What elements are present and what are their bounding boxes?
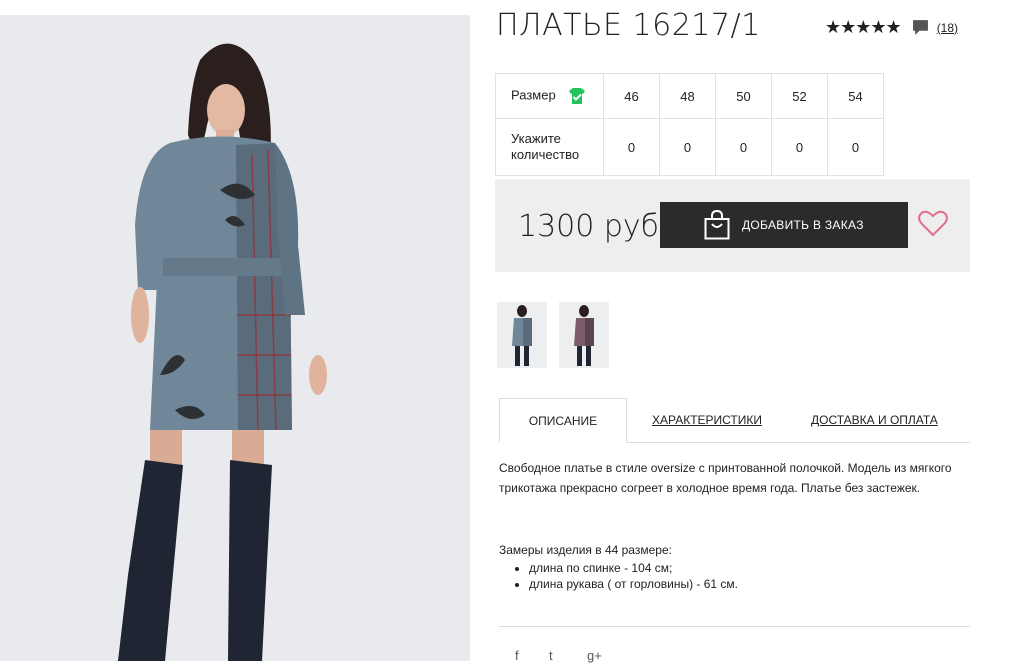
qty-input-52[interactable]: 0: [771, 118, 828, 176]
price-panel: 1300 руб ДОБАВИТЬ В ЗАКАЗ: [495, 179, 970, 272]
product-title: ПЛАТЬЕ 16217/1: [496, 8, 761, 43]
size-check-icon: [569, 88, 586, 104]
dress-photo: [0, 15, 470, 661]
thumbnail-2[interactable]: [559, 302, 609, 368]
qty-input-54[interactable]: 0: [827, 118, 884, 176]
thumbnail-image: [497, 302, 547, 368]
quantity-label: Укажите количество: [495, 118, 604, 176]
qty-input-48[interactable]: 0: [659, 118, 716, 176]
quantity-row: Укажите количество 0 0 0 0 0: [495, 118, 884, 176]
heart-icon[interactable]: [918, 209, 948, 237]
tabs: ОПИСАНИЕ ХАРАКТЕРИСТИКИ ДОСТАВКА И ОПЛАТ…: [499, 398, 970, 443]
size-48: 48: [659, 73, 716, 119]
measurements-list: длина по спинке - 104 см; длина рукава (…: [499, 560, 738, 592]
thumbnail-image: [559, 302, 609, 368]
add-to-order-label: ДОБАВИТЬ В ЗАКАЗ: [742, 218, 864, 232]
description-text: Свободное платье в стиле oversize с прин…: [499, 461, 952, 495]
rating-stars[interactable]: ★★★★★: [825, 17, 902, 38]
size-46: 46: [603, 73, 660, 119]
size-50: 50: [715, 73, 772, 119]
size-table: Размер 46 48 50 52 54 Укажите количество…: [495, 73, 884, 176]
add-to-order-button[interactable]: ДОБАВИТЬ В ЗАКАЗ: [660, 202, 908, 248]
tab-characteristics[interactable]: ХАРАКТЕРИСТИКИ: [652, 398, 762, 442]
comment-icon[interactable]: [912, 19, 929, 36]
shopping-bag-icon: [704, 210, 730, 240]
rating: ★★★★★ (18): [825, 17, 958, 38]
measurements: Замеры изделия в 44 размере: длина по сп…: [499, 543, 738, 592]
size-52: 52: [771, 73, 828, 119]
size-label: Размер: [511, 87, 556, 103]
product-main-image[interactable]: [0, 15, 470, 661]
size-54: 54: [827, 73, 884, 119]
list-item: длина по спинке - 104 см;: [529, 560, 738, 576]
list-item: длина рукава ( от горловины) - 61 см.: [529, 576, 738, 592]
review-count-link[interactable]: (18): [937, 21, 958, 35]
tab-delivery-payment[interactable]: ДОСТАВКА И ОПЛАТА: [811, 398, 938, 442]
price: 1300 руб: [518, 209, 660, 244]
qty-input-50[interactable]: 0: [715, 118, 772, 176]
thumbnail-1[interactable]: [497, 302, 547, 368]
size-row: Размер 46 48 50 52 54: [495, 73, 884, 119]
qty-input-46[interactable]: 0: [603, 118, 660, 176]
divider: [499, 626, 970, 627]
tab-description[interactable]: ОПИСАНИЕ: [499, 398, 627, 443]
measurements-title: Замеры изделия в 44 размере:: [499, 543, 672, 557]
size-label-cell: Размер: [495, 73, 604, 119]
